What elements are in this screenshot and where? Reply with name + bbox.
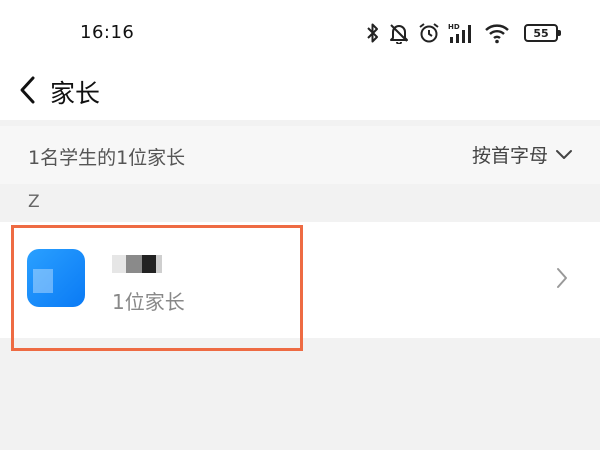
bell-muted-icon: [388, 22, 410, 44]
status-time: 16:16: [80, 22, 135, 43]
avatar: [27, 249, 85, 307]
chevron-down-icon: [556, 149, 572, 159]
status-icons: HD 55: [366, 20, 561, 46]
student-name-redacted: [112, 255, 164, 275]
page-title: 家长: [50, 79, 101, 108]
hd-signal-icon: HD: [448, 22, 476, 44]
chevron-left-icon: [20, 76, 35, 104]
status-bar: 16:16 HD 55: [0, 0, 600, 62]
wifi-icon: [484, 22, 510, 44]
avatar-blur: [33, 269, 53, 293]
back-button[interactable]: [10, 70, 46, 110]
student-list: 1位家长: [0, 222, 600, 338]
alarm-icon: [418, 22, 440, 44]
battery-icon: 55: [524, 24, 561, 42]
svg-text:HD: HD: [448, 23, 460, 31]
sort-button[interactable]: 按首字母: [472, 141, 574, 168]
chevron-right-icon: [557, 268, 567, 288]
parent-count: 1位家长: [112, 290, 185, 314]
bluetooth-icon: [366, 22, 380, 44]
list-item[interactable]: 1位家长: [0, 222, 600, 338]
nav-bar: 家长: [0, 62, 600, 120]
sort-label: 按首字母: [471, 145, 548, 167]
summary-row: 1名学生的1位家长 按首字母: [0, 126, 600, 184]
battery-level: 55: [533, 26, 549, 40]
summary-text: 1名学生的1位家长: [28, 147, 186, 169]
section-letter: Z: [28, 192, 40, 212]
